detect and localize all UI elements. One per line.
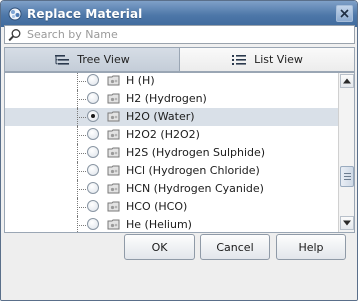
tree-guide-line	[77, 135, 86, 136]
tree-row-selected[interactable]: H2O (Water)	[5, 108, 338, 126]
close-icon	[340, 9, 349, 18]
title-bar[interactable]: Replace Material	[1, 1, 357, 27]
tree-row[interactable]: H2S (Hydrogen Sulphide)	[5, 144, 338, 162]
folder-material-icon	[107, 111, 120, 122]
material-label: H2S (Hydrogen Sulphide)	[126, 146, 266, 159]
tree-row[interactable]: H2 (Hydrogen)	[5, 90, 338, 108]
material-tree-rows: H (H) H2 (Hydrogen) H2O (Water) H2O2 (H2…	[5, 73, 338, 232]
tree-row[interactable]: HCl (Hydrogen Chloride)	[5, 162, 338, 180]
list-view-icon	[232, 54, 247, 65]
folder-material-icon	[107, 129, 120, 140]
material-radio-button[interactable]	[87, 182, 99, 194]
tree-guide-line	[77, 153, 86, 154]
tab-tree-view-label: Tree View	[77, 53, 130, 66]
search-input[interactable]	[25, 27, 354, 42]
material-radio-button[interactable]	[87, 74, 99, 86]
tree-guide-line	[77, 225, 86, 226]
folder-material-icon	[107, 75, 120, 86]
folder-material-icon	[107, 183, 120, 194]
material-radio-button[interactable]	[87, 92, 99, 104]
scroll-up-button[interactable]	[340, 74, 354, 88]
material-app-icon	[7, 7, 22, 22]
tab-tree-view[interactable]: Tree View	[4, 47, 179, 72]
view-tabs: Tree View List View	[4, 47, 355, 72]
material-label: HCl (Hydrogen Chloride)	[126, 164, 260, 177]
tree-guide-line	[77, 81, 86, 82]
search-magnifier-icon	[5, 26, 25, 43]
folder-material-icon	[107, 201, 120, 212]
folder-material-icon	[107, 165, 120, 176]
close-button[interactable]	[336, 5, 353, 22]
tree-guide-line	[77, 171, 86, 172]
tab-list-view[interactable]: List View	[179, 47, 355, 72]
material-radio-button-selected[interactable]	[87, 110, 99, 122]
search-box[interactable]	[4, 25, 355, 44]
tree-guide-line	[77, 117, 86, 118]
material-radio-button[interactable]	[87, 146, 99, 158]
tree-row[interactable]: HCO (HCO)	[5, 198, 338, 216]
material-radio-button[interactable]	[87, 128, 99, 140]
material-label: H (H)	[126, 74, 155, 87]
vertical-scrollbar[interactable]	[338, 73, 354, 232]
dialog-title: Replace Material	[27, 7, 143, 21]
material-tree[interactable]: H (H) H2 (Hydrogen) H2O (Water) H2O2 (H2…	[4, 72, 355, 233]
scroll-up-arrow-icon	[343, 78, 351, 84]
material-label: HCO (HCO)	[126, 200, 188, 213]
scroll-down-button[interactable]	[340, 216, 354, 230]
scroll-thumb[interactable]	[340, 166, 354, 187]
replace-material-dialog: Replace Material Tree View	[0, 0, 358, 301]
ok-button[interactable]: OK	[124, 234, 195, 260]
tree-guide-line	[77, 207, 86, 208]
tree-view-icon	[55, 54, 70, 65]
folder-material-icon	[107, 93, 120, 104]
tree-guide-line	[77, 99, 86, 100]
material-label: HCN (Hydrogen Cyanide)	[126, 182, 264, 195]
material-radio-button[interactable]	[87, 218, 99, 230]
material-label: H2O2 (H2O2)	[126, 128, 200, 141]
scroll-down-arrow-icon	[343, 220, 351, 226]
material-label: H2 (Hydrogen)	[126, 92, 207, 105]
material-radio-button[interactable]	[87, 164, 99, 176]
scroll-grip-line	[343, 179, 351, 180]
tab-list-view-label: List View	[254, 53, 303, 66]
scroll-grip-line	[343, 176, 351, 177]
material-label: H2O (Water)	[126, 110, 195, 123]
cancel-button[interactable]: Cancel	[200, 234, 270, 260]
material-radio-button[interactable]	[87, 200, 99, 212]
help-button[interactable]: Help	[276, 234, 346, 260]
tree-row[interactable]: H2O2 (H2O2)	[5, 126, 338, 144]
material-label: He (Helium)	[126, 218, 192, 231]
tree-row[interactable]: HCN (Hydrogen Cyanide)	[5, 180, 338, 198]
tree-row[interactable]: H (H)	[5, 73, 338, 90]
folder-material-icon	[107, 147, 120, 158]
folder-material-icon	[107, 219, 120, 230]
tree-row[interactable]: He (Helium)	[5, 216, 338, 232]
tree-guide-line	[77, 189, 86, 190]
scroll-grip-line	[343, 173, 351, 174]
